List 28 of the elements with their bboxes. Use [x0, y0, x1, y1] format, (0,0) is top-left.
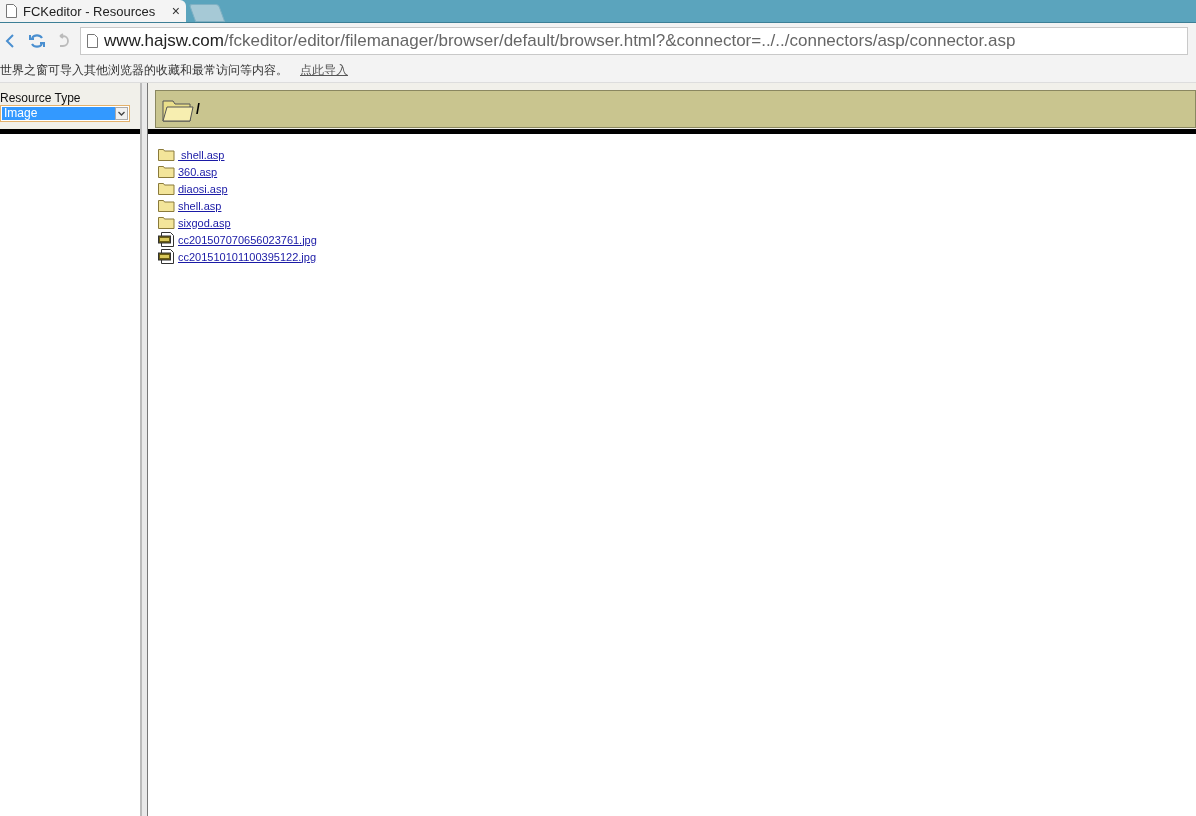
- tab-title: FCKeditor - Resources: [23, 3, 157, 19]
- page-icon: [87, 33, 98, 48]
- new-tab-button[interactable]: [188, 4, 226, 22]
- import-message: 世界之窗可导入其他浏览器的收藏和最常访问等内容。: [0, 61, 288, 79]
- folder-link[interactable]: shell.asp: [178, 199, 222, 212]
- folder-link[interactable]: shell.asp: [178, 148, 225, 161]
- url-text: www.hajsw.com/fckeditor/editor/filemanager/browser/default/browser.html?&connector=../../connectors/asp/connector.asp: [104, 30, 1016, 51]
- folder-link[interactable]: 360.asp: [178, 165, 218, 178]
- resource-type-label: Resource Type: [0, 91, 82, 105]
- folder-path: /: [196, 101, 200, 117]
- image-file-icon: [158, 249, 175, 264]
- file-link[interactable]: cc201510101100395122.jpg: [178, 250, 317, 263]
- import-link[interactable]: 点此导入: [300, 61, 348, 79]
- refresh-icon[interactable]: [28, 31, 46, 50]
- folder-link[interactable]: diaosi.asp: [178, 182, 228, 195]
- folder-icon: [158, 148, 175, 161]
- caret-icon: [115, 107, 128, 120]
- file-link[interactable]: cc201507070656023761.jpg: [178, 233, 317, 246]
- page-icon: [6, 4, 17, 18]
- browser-tab[interactable]: FCKeditor - Resources ×: [0, 0, 186, 22]
- image-file-icon: [158, 232, 175, 247]
- folder-icon: [158, 199, 175, 212]
- folder-icon: [158, 165, 175, 178]
- folder-icon: [158, 216, 175, 229]
- folder-icon: [158, 182, 175, 195]
- folder-link[interactable]: sixgod.asp: [178, 216, 231, 229]
- address-bar[interactable]: www.hajsw.com/fckeditor/editor/filemanager/browser/default/browser.html?&connector=../../connectors/asp/connector.asp: [80, 26, 1188, 55]
- close-tab-button[interactable]: ×: [171, 3, 180, 19]
